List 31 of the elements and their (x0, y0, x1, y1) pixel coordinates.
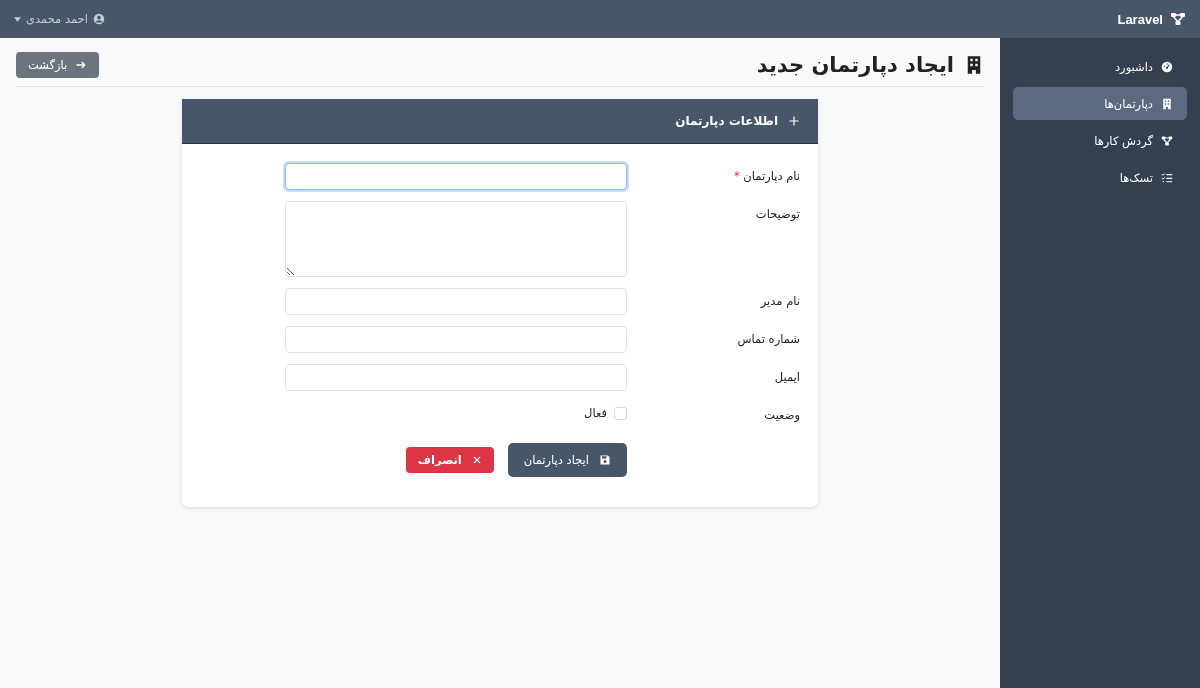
text-area[interactable] (285, 201, 627, 277)
arrow-right-icon (75, 59, 88, 71)
cancel-button[interactable]: انصراف (405, 447, 494, 473)
page-title: ایجاد دپارتمان جدید (756, 53, 984, 77)
gauge-icon (1161, 60, 1173, 73)
sidebar-item[interactable]: داشبورد (1013, 50, 1187, 83)
checkbox[interactable] (614, 406, 627, 420)
user-icon (92, 13, 105, 25)
sidebar-item[interactable]: تسک‌ها (1013, 161, 1187, 194)
task-list-icon (1161, 171, 1173, 184)
back-button[interactable]: بازگشت (16, 52, 100, 78)
card-title: اطلاعات دپارتمان (675, 114, 778, 128)
plus-icon (788, 115, 800, 127)
user-menu[interactable]: احمد محمدی (14, 12, 105, 26)
field-label: ایمیل (773, 369, 800, 386)
sidebar-item[interactable]: دپارتمان‌ها (1013, 87, 1187, 120)
building-icon (1161, 97, 1173, 110)
field-label: وضعیت (763, 407, 800, 422)
caret-icon (14, 16, 21, 22)
close-icon (471, 455, 482, 465)
field-label: نام دپارتمان * (732, 168, 800, 185)
nodes-icon (1161, 134, 1173, 147)
submit-button[interactable]: ایجاد دپارتمان (507, 443, 627, 477)
text-field[interactable] (285, 163, 627, 190)
checkbox-label: فعال (584, 406, 607, 420)
brand-link[interactable]: Laravel (1117, 11, 1186, 27)
sidebar-item[interactable]: گردش کارها (1013, 124, 1187, 157)
nodes-icon (1170, 11, 1186, 27)
field-label: نام مدیر (759, 293, 800, 310)
field-label: شماره تماس (736, 331, 800, 349)
field-label: توضیحات (754, 206, 800, 223)
